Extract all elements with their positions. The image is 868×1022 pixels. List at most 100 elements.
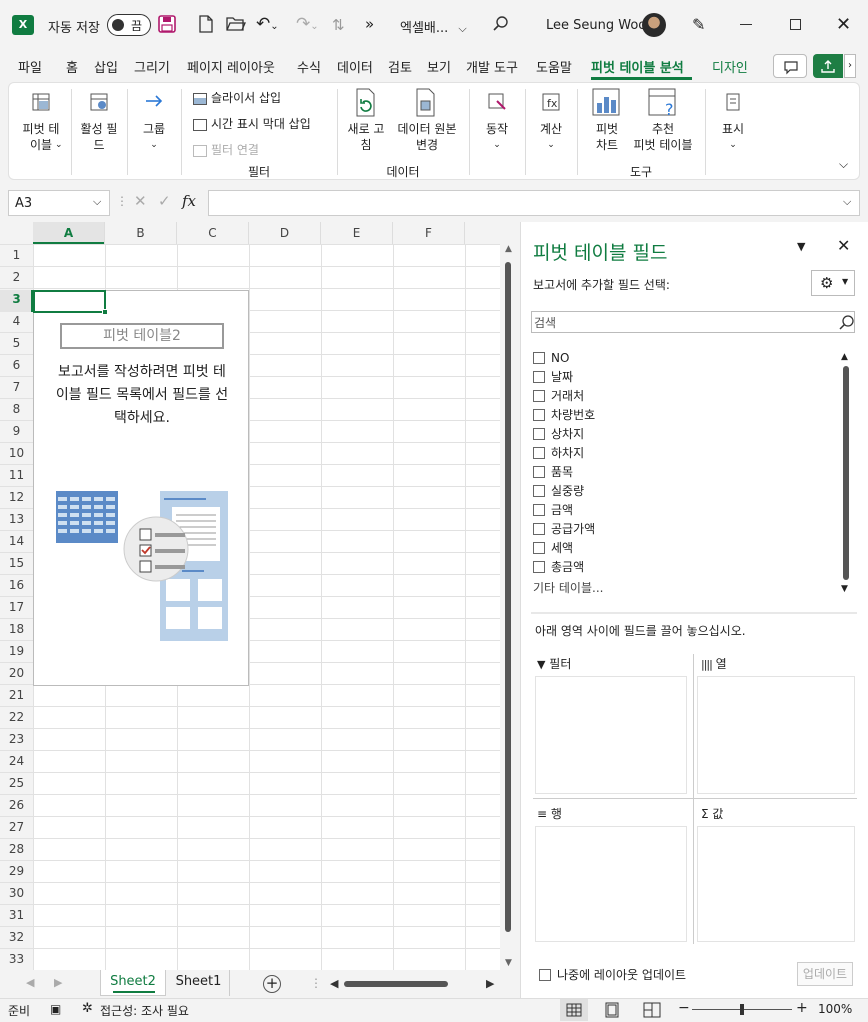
calculations-button[interactable]: fx 계산 ⌄: [529, 91, 573, 153]
row-header[interactable]: 8: [0, 398, 33, 420]
pivot-placeholder[interactable]: 피벗 테이블2 보고서를 작성하려면 피벗 테 이블 필드 목록에서 필드를 선…: [33, 290, 249, 686]
recommended-pivot-button[interactable]: ? 추천 피벗 테이블: [629, 87, 697, 153]
field-checkbox[interactable]: [533, 522, 545, 535]
update-button[interactable]: 업데이트: [797, 962, 853, 986]
refresh-button[interactable]: 새로 고 침: [341, 87, 391, 153]
tab-view[interactable]: 보기: [427, 57, 451, 76]
pivot-field-item[interactable]: 품목: [533, 464, 573, 483]
row-header[interactable]: 7: [0, 376, 33, 398]
save-icon[interactable]: [158, 15, 176, 33]
row-header[interactable]: 31: [0, 904, 33, 926]
row-header[interactable]: 12: [0, 486, 33, 508]
minimize-icon[interactable]: [740, 24, 752, 25]
field-checkbox[interactable]: [533, 446, 545, 459]
tab-insert[interactable]: 삽입: [94, 57, 118, 76]
sheet-tab[interactable]: Sheet1: [168, 970, 230, 996]
tab-page-layout[interactable]: 페이지 레이아웃: [187, 57, 275, 76]
row-header[interactable]: 26: [0, 794, 33, 816]
new-file-icon[interactable]: [198, 15, 214, 33]
pivottable-button[interactable]: 피벗 테 이블 ⌄: [15, 91, 67, 153]
pivot-field-item[interactable]: 거래처: [533, 388, 584, 407]
name-box[interactable]: A3 ⌵: [8, 190, 110, 216]
scroll-left-icon[interactable]: ◀: [330, 977, 338, 990]
sort-icon[interactable]: ⇅: [332, 16, 345, 34]
row-header[interactable]: 25: [0, 772, 33, 794]
row-header[interactable]: 4: [0, 310, 33, 332]
pivot-field-item[interactable]: 총금액: [533, 559, 584, 578]
row-header[interactable]: 13: [0, 508, 33, 530]
field-checkbox[interactable]: [533, 351, 545, 364]
maximize-icon[interactable]: [790, 19, 801, 30]
tab-design[interactable]: 디자인: [712, 57, 748, 76]
scroll-up-icon[interactable]: ▲: [841, 352, 848, 362]
pivot-field-item[interactable]: 하차지: [533, 445, 584, 464]
worksheet-grid[interactable]: ABCDEF 1 2 3 4 5 6 7 8 9 10 11 12 13 14 15 16 17 18 19 20 21…: [0, 220, 518, 970]
open-folder-icon[interactable]: [226, 16, 246, 32]
tab-file[interactable]: 파일: [18, 57, 42, 76]
column-header[interactable]: A: [33, 222, 105, 244]
fill-handle[interactable]: [102, 309, 108, 315]
collapse-ribbon-icon[interactable]: ⌵: [839, 157, 848, 172]
comments-button[interactable]: [773, 54, 807, 78]
scroll-up-icon[interactable]: ▲: [505, 244, 512, 254]
normal-view-button[interactable]: [560, 999, 588, 1021]
cancel-icon[interactable]: ✕: [134, 192, 147, 210]
tab-review[interactable]: 검토: [388, 57, 412, 76]
row-header[interactable]: 1: [0, 244, 33, 266]
pane-options-icon[interactable]: ▼: [797, 240, 805, 253]
field-checkbox[interactable]: [533, 503, 545, 516]
row-header[interactable]: 18: [0, 618, 33, 640]
zoom-slider[interactable]: [692, 1004, 792, 1015]
row-header[interactable]: 30: [0, 882, 33, 904]
tab-developer[interactable]: 개발 도구: [466, 57, 518, 76]
zoom-out-button[interactable]: −: [678, 1000, 690, 1016]
change-source-button[interactable]: 데이터 원본 변경: [393, 87, 461, 153]
row-header[interactable]: 2: [0, 266, 33, 288]
horizontal-scrollbar-thumb[interactable]: [344, 981, 448, 987]
macro-record-icon[interactable]: ▣: [50, 1002, 61, 1016]
share-button[interactable]: [813, 54, 843, 78]
field-list-scrollbar[interactable]: ▲ ▼: [839, 352, 853, 602]
row-header[interactable]: 33: [0, 948, 33, 970]
pivot-field-item[interactable]: 상차지: [533, 426, 584, 445]
close-pane-icon[interactable]: ✕: [837, 236, 850, 255]
search-icon[interactable]: [493, 16, 509, 32]
user-name[interactable]: Lee Seung Woo: [546, 18, 646, 33]
accessibility-status[interactable]: 접근성: 조사 필요: [100, 1002, 189, 1019]
scroll-down-icon[interactable]: ▼: [505, 958, 512, 968]
filename-dropdown[interactable]: 엑셀배... ⌵: [400, 17, 467, 36]
pivot-field-item[interactable]: 실중량: [533, 483, 584, 502]
field-checkbox[interactable]: [533, 560, 545, 573]
group-button[interactable]: 그룹 ⌄: [131, 91, 177, 153]
column-header[interactable]: C: [177, 222, 249, 244]
row-header[interactable]: 16: [0, 574, 33, 596]
field-checkbox[interactable]: [533, 484, 545, 497]
row-header[interactable]: 3: [0, 288, 33, 310]
add-sheet-button[interactable]: +: [263, 975, 281, 993]
redo-icon[interactable]: ↷⌄: [296, 14, 319, 34]
column-header[interactable]: E: [321, 222, 393, 244]
pivot-chart-button[interactable]: 피벗 차트: [585, 87, 629, 153]
defer-update-checkbox[interactable]: 나중에 레이아웃 업데이트: [539, 966, 686, 983]
pen-icon[interactable]: ✎: [692, 15, 705, 34]
close-icon[interactable]: ✕: [836, 14, 851, 35]
row-header[interactable]: 19: [0, 640, 33, 662]
row-header[interactable]: 10: [0, 442, 33, 464]
row-header[interactable]: 28: [0, 838, 33, 860]
more-commands[interactable]: »: [365, 15, 374, 33]
accessibility-icon[interactable]: ✲: [82, 1001, 93, 1016]
page-break-view-icon[interactable]: [642, 1002, 662, 1018]
autosave-toggle[interactable]: 끔: [107, 14, 151, 36]
row-header[interactable]: 17: [0, 596, 33, 618]
sheet-tab-active[interactable]: Sheet2: [100, 970, 166, 996]
scroll-down-icon[interactable]: ▼: [841, 584, 848, 594]
row-header[interactable]: 23: [0, 728, 33, 750]
row-header[interactable]: 24: [0, 750, 33, 772]
next-sheet-icon[interactable]: ▶: [54, 976, 62, 989]
undo-icon[interactable]: ↶⌄: [256, 14, 279, 34]
row-header[interactable]: 22: [0, 706, 33, 728]
row-header[interactable]: 21: [0, 684, 33, 706]
field-checkbox[interactable]: [533, 427, 545, 440]
pivot-field-item[interactable]: NO: [533, 350, 569, 369]
row-header[interactable]: 32: [0, 926, 33, 948]
